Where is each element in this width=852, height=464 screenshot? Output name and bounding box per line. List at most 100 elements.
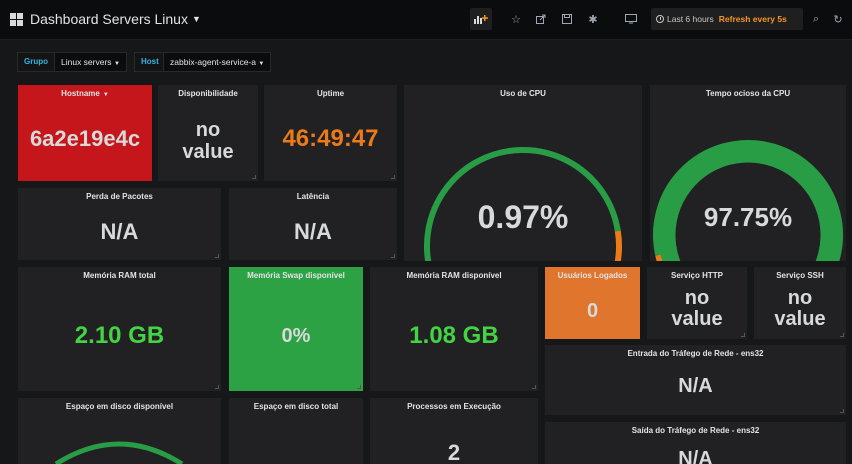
dashboard-title: Dashboard Servers Linux — [30, 11, 188, 27]
panel-title: Memória RAM total — [83, 271, 156, 280]
panel-title: Uptime — [316, 89, 345, 98]
panel-cpu-idle[interactable]: Tempo ocioso da CPU 97.75% — [650, 85, 846, 261]
usuarios-value: 0 — [586, 300, 599, 322]
clock-icon — [656, 15, 664, 23]
time-range: Last 6 hours — [667, 14, 714, 24]
resize-handle[interactable] — [532, 385, 536, 389]
variable-value-host: zabbix-agent-service-a — [170, 57, 256, 67]
panel-title: Espaço em disco total — [253, 402, 339, 411]
no-value-text: no value — [774, 287, 826, 330]
star-button[interactable]: ☆ — [505, 8, 527, 30]
caret-down-icon: ▼ — [102, 92, 109, 98]
gauge-arc — [54, 441, 184, 464]
panel-servico-http[interactable]: Serviço HTTP no value — [647, 267, 747, 339]
caret-down-icon: ▼ — [258, 61, 265, 67]
dashboard-app: Dashboard Servers Linux ▼ ☆ ✱ Last 6 hour… — [0, 0, 852, 464]
resize-handle[interactable] — [391, 254, 395, 258]
star-icon: ☆ — [511, 13, 521, 26]
resize-handle[interactable] — [840, 409, 844, 413]
template-variables-bar: Grupo Linux servers ▼ Host zabbix-agent-… — [0, 44, 852, 80]
trafego-saida-value: N/A — [678, 448, 713, 464]
settings-button[interactable]: ✱ — [582, 8, 604, 30]
panel-perda-pacotes[interactable]: Perda de Pacotes N/A — [18, 188, 221, 260]
zoom-out-button[interactable]: ⌕ — [805, 8, 827, 30]
panel-uptime[interactable]: Uptime 46:49:47 — [264, 85, 397, 181]
cpu-use-gauge: 0.97% — [424, 147, 622, 261]
resize-handle[interactable] — [215, 385, 219, 389]
time-picker[interactable]: Last 6 hours Refresh every 5s — [651, 8, 803, 30]
disco-disponivel-gauge — [54, 441, 184, 464]
panel-title: Serviço SSH — [776, 271, 824, 280]
cpu-use-value: 0.97% — [478, 199, 569, 235]
gear-icon: ✱ — [588, 13, 598, 26]
latencia-value: N/A — [294, 219, 332, 244]
refresh-interval: Refresh every 5s — [718, 14, 787, 24]
panel-hostname[interactable]: Hostname ▼ 6a2e19e4c — [18, 85, 152, 181]
panel-trafego-entrada[interactable]: Entrada do Tráfego de Rede - ens32 N/A — [545, 345, 846, 415]
panel-disponibilidade[interactable]: Disponibilidade no value — [158, 85, 258, 181]
panel-title: Serviço HTTP — [670, 271, 723, 280]
resize-handle[interactable] — [357, 385, 361, 389]
save-icon — [562, 14, 572, 24]
ram-disponivel-value: 1.08 GB — [409, 322, 499, 349]
panel-ram-total[interactable]: Memória RAM total 2.10 GB — [18, 267, 221, 391]
perda-pacotes-value: N/A — [100, 219, 139, 244]
panel-title: Processos em Execução — [407, 402, 501, 411]
dashboard-title-dropdown[interactable]: Dashboard Servers Linux ▼ — [30, 11, 201, 27]
panel-title: Latência — [296, 192, 330, 201]
panel-title: Disponibilidade — [178, 89, 238, 98]
gauge-threshold-orange — [614, 230, 622, 261]
variable-label-grupo: Grupo — [17, 52, 55, 72]
resize-handle[interactable] — [391, 175, 395, 179]
caret-down-icon: ▼ — [113, 61, 120, 67]
panel-swap[interactable]: Memória Swap disponível 0% — [229, 267, 363, 391]
resize-handle[interactable] — [215, 254, 219, 258]
panel-trafego-saida[interactable]: Saída do Tráfego de Rede - ens32 N/A — [545, 422, 846, 464]
resize-handle[interactable] — [252, 175, 256, 179]
add-panel-icon — [474, 15, 488, 24]
grafana-menu-icon[interactable] — [10, 13, 23, 26]
tv-mode-button[interactable] — [620, 8, 642, 30]
swap-value: 0% — [281, 325, 311, 347]
ram-total-value: 2.10 GB — [74, 322, 165, 349]
cpu-idle-value: 97.75% — [704, 202, 792, 232]
no-value-text: no value — [182, 119, 234, 163]
panel-title: Entrada do Tráfego de Rede - ens32 — [627, 349, 764, 358]
resize-handle[interactable] — [741, 333, 745, 337]
variable-select-grupo[interactable]: Linux servers ▼ — [54, 52, 127, 72]
hostname-value: 6a2e19e4c — [29, 126, 141, 151]
panel-servico-ssh[interactable]: Serviço SSH no value — [754, 267, 846, 339]
add-panel-button[interactable] — [470, 8, 492, 30]
variable-label-host: Host — [134, 52, 166, 72]
monitor-icon — [625, 14, 637, 24]
panel-title: Memória RAM disponível — [406, 271, 502, 280]
share-icon — [536, 14, 546, 24]
panel-title: Hostname ▼ — [61, 89, 109, 98]
panel-usuarios-logados[interactable]: Usuários Logados 0 — [545, 267, 640, 339]
resize-handle[interactable] — [840, 333, 844, 337]
panel-ram-disponivel[interactable]: Memória RAM disponível 1.08 GB — [370, 267, 538, 391]
cpu-idle-gauge: 97.75% — [653, 140, 843, 261]
panel-disco-disponivel[interactable]: Espaço em disco disponível — [18, 398, 221, 464]
panel-title: Saída do Tráfego de Rede - ens32 — [631, 426, 760, 435]
variable-value-grupo: Linux servers — [61, 57, 112, 67]
panel-title: Usuários Logados — [557, 271, 628, 280]
no-value-text: no value — [671, 287, 723, 330]
trafego-entrada-value: N/A — [678, 375, 713, 397]
caret-down-icon: ▼ — [191, 14, 201, 24]
processos-value: 2 — [447, 440, 461, 464]
variable-select-host[interactable]: zabbix-agent-service-a ▼ — [163, 52, 272, 72]
share-button[interactable] — [530, 8, 552, 30]
refresh-icon: ↻ — [833, 13, 843, 26]
uptime-value: 46:49:47 — [282, 125, 379, 152]
top-navbar: Dashboard Servers Linux ▼ ☆ ✱ Last 6 hour… — [0, 0, 852, 40]
panel-title: Memória Swap disponível — [247, 271, 345, 280]
panel-title: Perda de Pacotes — [86, 192, 153, 201]
panel-processos[interactable]: Processos em Execução 2 — [370, 398, 538, 464]
panel-disco-total[interactable]: Espaço em disco total — [229, 398, 363, 464]
panel-latencia[interactable]: Latência N/A — [229, 188, 397, 260]
refresh-button[interactable]: ↻ — [827, 8, 849, 30]
search-icon: ⌕ — [812, 12, 820, 25]
save-button[interactable] — [556, 8, 578, 30]
panel-cpu-use[interactable]: Uso de CPU 0.97% — [404, 85, 642, 261]
